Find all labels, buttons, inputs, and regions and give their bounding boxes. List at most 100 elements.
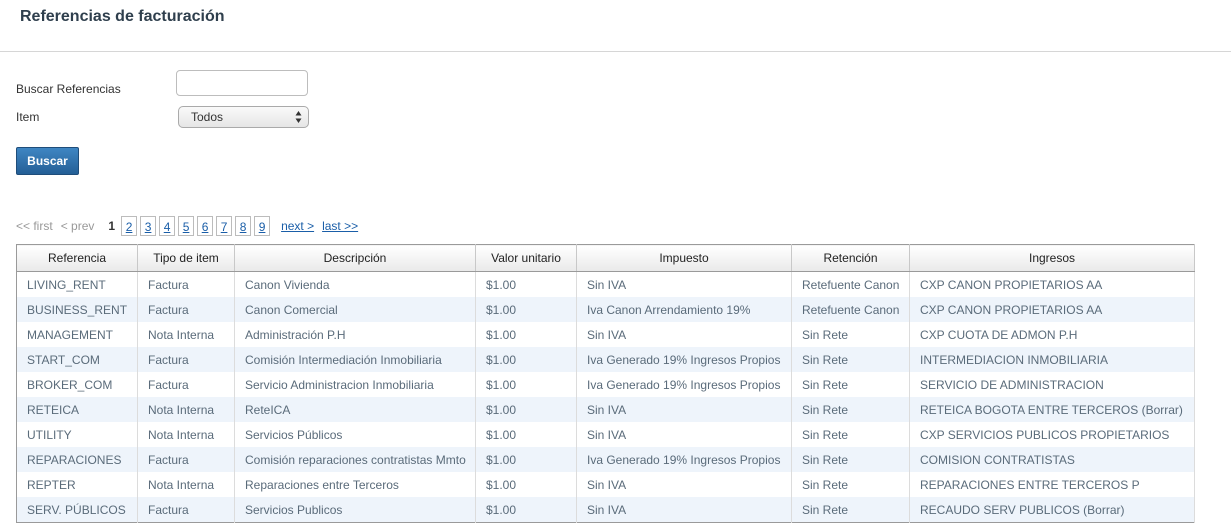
pager-page-link[interactable]: 2 [121, 216, 138, 236]
pager-last[interactable]: last >> [322, 219, 358, 233]
cell-impuesto: Iva Canon Arrendamiento 19% [576, 297, 792, 322]
column-header-retencion[interactable]: Retención [791, 244, 910, 272]
pager-page-link[interactable]: 7 [216, 216, 233, 236]
cell-ingresos: CXP CANON PROPIETARIOS AA [909, 297, 1195, 322]
pager-page-link[interactable]: 8 [235, 216, 252, 236]
column-header-ingresos[interactable]: Ingresos [909, 244, 1195, 272]
cell-tipo-de-item: Nota Interna [137, 397, 235, 422]
cell-referencia: BROKER_COM [16, 372, 138, 397]
cell-ingresos: COMISION CONTRATISTAS [909, 447, 1195, 472]
cell-valor-unitario: $1.00 [475, 397, 577, 422]
pagination: << first < prev 1 23456789 next > last >… [16, 215, 358, 237]
table-row[interactable]: LIVING_RENT Factura Canon Vivienda $1.00 Sin… [16, 271, 1195, 297]
table-row[interactable]: BUSINESS_RENT Factura Canon Comercial $1.00… [16, 297, 1195, 322]
cell-descripcion: Comisión reparaciones contratistas Mmto [234, 447, 476, 472]
search-input[interactable] [176, 70, 308, 96]
cell-descripcion: Servicio Administracion Inmobiliaria [234, 372, 476, 397]
pager-page-link[interactable]: 3 [140, 216, 157, 236]
page-title: Referencias de facturación [20, 8, 225, 25]
cell-tipo-de-item: Nota Interna [137, 472, 235, 497]
cell-ingresos: REPARACIONES ENTRE TERCEROS P [909, 472, 1195, 497]
search-button[interactable]: Buscar [16, 147, 79, 175]
cell-tipo-de-item: Factura [137, 271, 235, 297]
cell-ingresos: RETEICA BOGOTA ENTRE TERCEROS (Borrar) [909, 397, 1195, 422]
table-row[interactable]: START_COM Factura Comisión Intermediación … [16, 347, 1195, 372]
cell-referencia: REPTER [16, 472, 138, 497]
cell-retencion: Sin Rete [791, 372, 910, 397]
pager-prev: < prev [60, 219, 95, 233]
table-row[interactable]: REPTER Nota Interna Reparaciones entre Ter… [16, 472, 1195, 497]
references-table: Referencia Tipo de item Descripción Valor u… [16, 244, 1195, 523]
cell-retencion: Sin Rete [791, 447, 910, 472]
cell-impuesto: Sin IVA [576, 397, 792, 422]
cell-valor-unitario: $1.00 [475, 447, 577, 472]
select-arrows-icon [295, 111, 302, 123]
pager-next[interactable]: next > [281, 219, 314, 233]
cell-descripcion: Canon Comercial [234, 297, 476, 322]
item-select[interactable]: Todos [178, 106, 309, 128]
column-header-tipo-de-item[interactable]: Tipo de item [137, 244, 235, 272]
cell-valor-unitario: $1.00 [475, 472, 577, 497]
cell-referencia: START_COM [16, 347, 138, 372]
cell-retencion: Sin Rete [791, 472, 910, 497]
cell-tipo-de-item: Factura [137, 347, 235, 372]
item-select-value: Todos [191, 110, 224, 124]
cell-referencia: MANAGEMENT [16, 322, 138, 347]
cell-tipo-de-item: Factura [137, 497, 235, 523]
pager-page-link[interactable]: 5 [178, 216, 195, 236]
column-header-referencia[interactable]: Referencia [16, 244, 138, 272]
pager-pages: 23456789 [121, 216, 273, 236]
cell-descripcion: Comisión Intermediación Inmobiliaria [234, 347, 476, 372]
cell-impuesto: Iva Generado 19% Ingresos Propios [576, 372, 792, 397]
pager-page-link[interactable]: 9 [254, 216, 271, 236]
cell-descripcion: Administración P.H [234, 322, 476, 347]
column-header-descripcion[interactable]: Descripción [234, 244, 476, 272]
cell-valor-unitario: $1.00 [475, 271, 577, 297]
cell-referencia: BUSINESS_RENT [16, 297, 138, 322]
cell-referencia: UTILITY [16, 422, 138, 447]
cell-ingresos: SERVICIO DE ADMINISTRACION [909, 372, 1195, 397]
column-header-impuesto[interactable]: Impuesto [576, 244, 792, 272]
table-row[interactable]: REPARACIONES Factura Comisión reparaciones… [16, 447, 1195, 472]
cell-ingresos: INTERMEDIACION INMOBILIARIA [909, 347, 1195, 372]
table-row[interactable]: SERV. PÚBLICOS Factura Servicios Publicos $… [16, 497, 1195, 523]
cell-referencia: SERV. PÚBLICOS [16, 497, 138, 523]
cell-retencion: Sin Rete [791, 397, 910, 422]
page-header: Referencias de facturación [0, 0, 1231, 52]
cell-impuesto: Sin IVA [576, 271, 792, 297]
item-label: Item [16, 110, 40, 124]
cell-retencion: Sin Rete [791, 422, 910, 447]
pager-page-link[interactable]: 6 [197, 216, 214, 236]
cell-retencion: Retefuente Canon [791, 271, 910, 297]
cell-impuesto: Sin IVA [576, 497, 792, 523]
cell-descripcion: Reparaciones entre Terceros [234, 472, 476, 497]
cell-retencion: Retefuente Canon [791, 297, 910, 322]
table-row[interactable]: BROKER_COM Factura Servicio Administracion… [16, 372, 1195, 397]
cell-valor-unitario: $1.00 [475, 497, 577, 523]
cell-ingresos: CXP CUOTA DE ADMON P.H [909, 322, 1195, 347]
cell-descripcion: Servicios Publicos [234, 497, 476, 523]
cell-impuesto: Sin IVA [576, 472, 792, 497]
table-row[interactable]: UTILITY Nota Interna Servicios Públicos $1.… [16, 422, 1195, 447]
table-row[interactable]: RETEICA Nota Interna ReteICA $1.00 Sin IVA Si… [16, 397, 1195, 422]
cell-valor-unitario: $1.00 [475, 422, 577, 447]
search-label: Buscar Referencias [16, 82, 121, 96]
cell-tipo-de-item: Nota Interna [137, 322, 235, 347]
table-row[interactable]: MANAGEMENT Nota Interna Administración P.H… [16, 322, 1195, 347]
cell-tipo-de-item: Factura [137, 447, 235, 472]
pager-current: 1 [108, 219, 116, 233]
cell-valor-unitario: $1.00 [475, 372, 577, 397]
cell-tipo-de-item: Factura [137, 372, 235, 397]
cell-ingresos: CXP SERVICIOS PUBLICOS PROPIETARIOS [909, 422, 1195, 447]
column-header-valor-unitario[interactable]: Valor unitario [475, 244, 577, 272]
cell-ingresos: CXP CANON PROPIETARIOS AA [909, 271, 1195, 297]
cell-ingresos: RECAUDO SERV PUBLICOS (Borrar) [909, 497, 1195, 523]
cell-descripcion: ReteICA [234, 397, 476, 422]
cell-referencia: RETEICA [16, 397, 138, 422]
cell-retencion: Sin Rete [791, 347, 910, 372]
cell-tipo-de-item: Nota Interna [137, 422, 235, 447]
pager-page-link[interactable]: 4 [159, 216, 176, 236]
cell-valor-unitario: $1.00 [475, 322, 577, 347]
table-body: LIVING_RENT Factura Canon Vivienda $1.00 Sin… [16, 271, 1195, 523]
cell-impuesto: Sin IVA [576, 322, 792, 347]
